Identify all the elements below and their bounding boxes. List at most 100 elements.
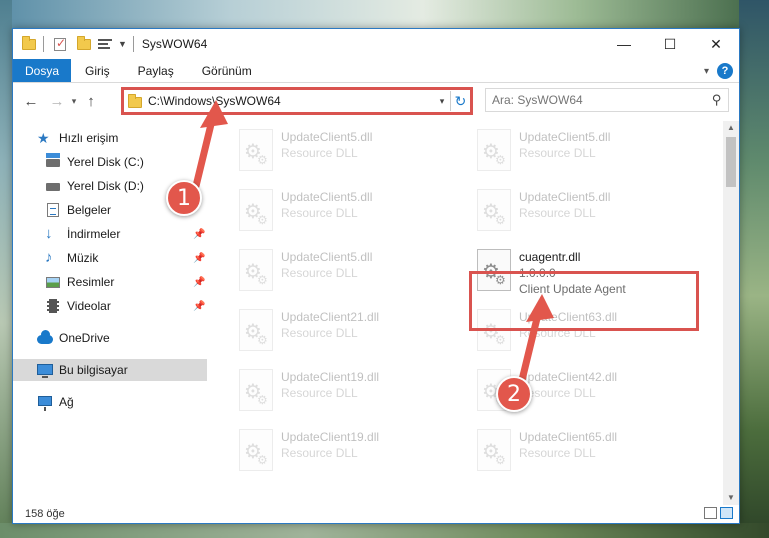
navigation-bar: ← → ▾ ↑ C:\Windows\SysWOW64 ▾ ↻ ⚲ xyxy=(13,85,739,117)
sidebar-item-label: Yerel Disk (D:) xyxy=(67,179,144,193)
tab-view[interactable]: Görünüm xyxy=(188,59,266,82)
file-name: UpdateClient21.dll xyxy=(281,310,380,324)
scroll-up-icon[interactable]: ▲ xyxy=(723,121,739,135)
file-name: UpdateClient5.dll xyxy=(519,130,611,144)
download-icon: ↓ xyxy=(45,225,53,242)
sidebar-item-onedrive[interactable]: OneDrive xyxy=(13,327,207,349)
file-tile[interactable]: UpdateClient65.dll Resource DLL xyxy=(469,425,689,479)
file-tile[interactable]: UpdateClient19.dll Resource DLL xyxy=(231,425,451,479)
tab-file[interactable]: Dosya xyxy=(13,59,71,82)
file-description: Resource DLL xyxy=(519,146,596,160)
dll-file-icon xyxy=(239,309,273,351)
file-tile[interactable]: UpdateClient19.dll Resource DLL xyxy=(231,365,451,419)
cloud-icon xyxy=(37,330,53,346)
desktop-background-top xyxy=(0,0,769,30)
sidebar-item-network[interactable]: Ağ xyxy=(13,391,207,413)
file-description: Resource DLL xyxy=(281,266,358,280)
file-tile[interactable]: UpdateClient21.dll Resource DLL xyxy=(231,305,451,359)
tab-share[interactable]: Paylaş xyxy=(124,59,188,82)
drive-icon xyxy=(45,178,61,194)
item-count: 158 öğe xyxy=(25,508,65,520)
sidebar-item-videos[interactable]: Videolar 📌 xyxy=(13,295,207,317)
step-2-badge: 2 xyxy=(496,376,532,412)
file-name: UpdateClient5.dll xyxy=(519,190,611,204)
file-description: Resource DLL xyxy=(281,146,358,160)
file-description: Resource DLL xyxy=(519,386,596,400)
close-button[interactable]: ✕ xyxy=(693,29,739,59)
sidebar-item-label: Yerel Disk (C:) xyxy=(67,155,144,169)
file-name: UpdateClient5.dll xyxy=(281,190,373,204)
tiles-view-icon[interactable] xyxy=(720,507,733,519)
documents-icon xyxy=(45,202,61,218)
vertical-scrollbar[interactable]: ▲ ▼ xyxy=(723,121,739,505)
step-1-badge: 1 xyxy=(166,180,202,216)
ribbon-tabs: Dosya Giriş Paylaş Görünüm ▾ ? xyxy=(13,59,739,83)
scroll-down-icon[interactable]: ▼ xyxy=(723,491,739,505)
sidebar-item-label: Belgeler xyxy=(67,203,112,217)
file-tile[interactable]: UpdateClient5.dll Resource DLL xyxy=(469,185,689,239)
sidebar-item-quick-access[interactable]: ★ Hızlı erişim xyxy=(13,127,207,149)
file-name: UpdateClient19.dll xyxy=(281,370,380,384)
view-switcher xyxy=(704,507,733,519)
sidebar-item-label: Ağ xyxy=(59,395,74,409)
file-name: UpdateClient42.dll xyxy=(519,370,618,384)
expand-ribbon-icon[interactable]: ▾ xyxy=(704,66,709,77)
file-tile[interactable]: UpdateClient5.dll Resource DLL xyxy=(231,125,451,179)
window-controls: — ☐ ✕ xyxy=(601,29,739,59)
sidebar-item-this-pc[interactable]: Bu bilgisayar xyxy=(13,359,207,381)
computer-icon xyxy=(37,362,53,378)
quick-access-dropdown-icon[interactable]: ▼ xyxy=(118,39,127,49)
star-icon: ★ xyxy=(37,130,50,146)
refresh-icon[interactable]: ↻ xyxy=(450,91,470,111)
pin-icon[interactable]: 📌 xyxy=(193,301,205,312)
ribbon-right-controls: ▾ ? xyxy=(704,63,733,79)
tab-home[interactable]: Giriş xyxy=(71,59,124,82)
file-tile[interactable]: UpdateClient5.dll Resource DLL xyxy=(231,185,451,239)
dll-file-icon xyxy=(239,369,273,411)
desktop-background-bottom xyxy=(0,523,769,538)
sidebar-item-local-disk-c[interactable]: Yerel Disk (C:) xyxy=(13,151,207,173)
pin-icon[interactable]: 📌 xyxy=(193,253,205,264)
drive-c-icon xyxy=(45,153,61,170)
dll-file-icon xyxy=(239,129,273,171)
pin-icon[interactable]: 📌 xyxy=(193,229,205,240)
videos-icon xyxy=(45,298,61,314)
sidebar-item-label: Videolar xyxy=(67,299,111,313)
pin-icon[interactable]: 📌 xyxy=(193,277,205,288)
search-box[interactable]: ⚲ xyxy=(485,88,729,112)
dll-file-icon xyxy=(239,429,273,471)
search-input[interactable] xyxy=(492,93,713,107)
address-bar[interactable]: C:\Windows\SysWOW64 ▾ ↻ xyxy=(121,87,473,115)
sidebar-item-label: Müzik xyxy=(67,251,99,265)
help-icon[interactable]: ? xyxy=(717,63,733,79)
sidebar-item-downloads[interactable]: ↓ İndirmeler 📌 xyxy=(13,223,207,245)
new-folder-icon[interactable] xyxy=(76,36,92,52)
recent-locations-dropdown-icon[interactable]: ▾ xyxy=(67,89,81,113)
sidebar-item-pictures[interactable]: Resimler 📌 xyxy=(13,271,207,293)
sidebar-item-label: Bu bilgisayar xyxy=(59,363,128,377)
scroll-thumb[interactable] xyxy=(726,137,736,187)
address-dropdown-icon[interactable]: ▾ xyxy=(434,96,450,107)
file-name: cuagentr.dll xyxy=(519,250,581,264)
file-tile[interactable]: UpdateClient5.dll Resource DLL xyxy=(231,245,451,299)
minimize-button[interactable]: — xyxy=(601,29,647,59)
sidebar-item-music[interactable]: ♪ Müzik 📌 xyxy=(13,247,207,269)
forward-arrow-icon[interactable]: → xyxy=(47,89,67,113)
status-bar: 158 öğe xyxy=(13,505,739,523)
search-icon[interactable]: ⚲ xyxy=(712,92,722,108)
maximize-button[interactable]: ☐ xyxy=(647,29,693,59)
properties-check-icon[interactable] xyxy=(52,36,68,52)
customize-view-icon[interactable] xyxy=(98,37,114,51)
file-name: UpdateClient5.dll xyxy=(281,250,373,264)
up-arrow-icon[interactable]: ↑ xyxy=(81,89,101,113)
dll-file-icon xyxy=(239,189,273,231)
details-view-icon[interactable] xyxy=(704,507,717,519)
file-description: Resource DLL xyxy=(519,446,596,460)
file-tile[interactable]: UpdateClient5.dll Resource DLL xyxy=(469,125,689,179)
dll-file-icon xyxy=(477,189,511,231)
back-arrow-icon[interactable]: ← xyxy=(21,89,41,113)
address-path[interactable]: C:\Windows\SysWOW64 xyxy=(148,94,434,108)
file-name: UpdateClient5.dll xyxy=(281,130,373,144)
explorer-window: ▼ SysWOW64 — ☐ ✕ Dosya Giriş Paylaş Görü… xyxy=(12,28,740,524)
sidebar-item-label: Hızlı erişim xyxy=(59,131,119,145)
